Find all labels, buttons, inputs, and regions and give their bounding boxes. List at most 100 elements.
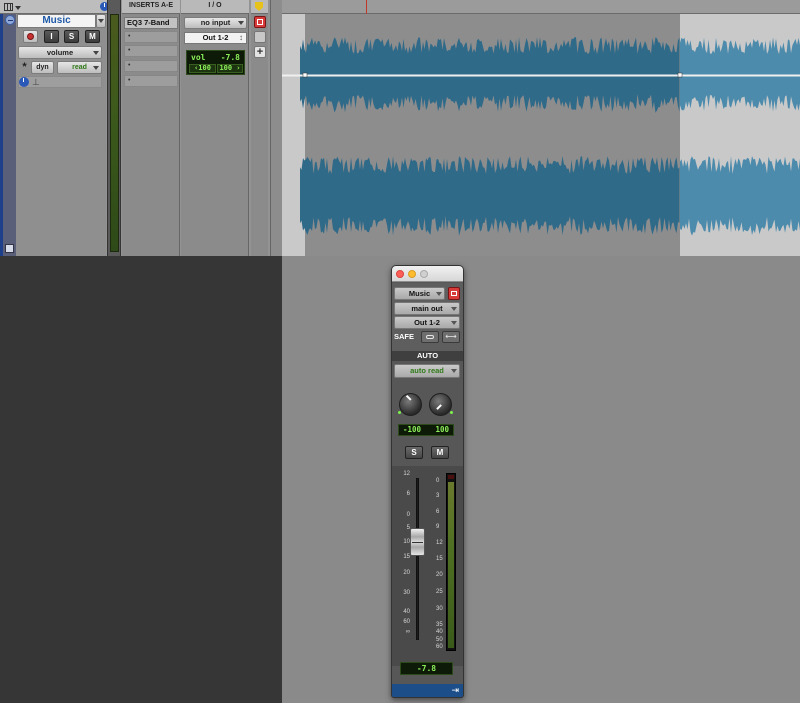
sidechain-button[interactable] [254, 31, 266, 43]
output-arrow-icon: ↕ [239, 33, 243, 42]
output-path-selector[interactable]: Out 1-2 [394, 316, 460, 329]
lane-anchor-icon[interactable]: ⊥ [32, 77, 42, 87]
window-solo-button[interactable]: S [405, 446, 423, 459]
waveform-track[interactable] [282, 14, 800, 256]
output-window-titlebar[interactable] [392, 266, 463, 282]
window-meter [446, 473, 456, 651]
clip-indicator[interactable] [448, 475, 454, 479]
fader-scale-tick: 0 [406, 512, 410, 518]
fader-scale-tick: 20 [403, 570, 410, 576]
track-meter-bar [110, 14, 119, 252]
marker-header [251, 0, 268, 14]
solo-button[interactable]: S [64, 30, 79, 43]
fader-scale-tick: 40 [403, 609, 410, 615]
send-selector-label: main out [411, 304, 443, 313]
fader-scale-tick: 5 [406, 525, 410, 531]
pan-left-led [398, 411, 401, 414]
track-collapse-icon[interactable] [5, 15, 15, 25]
output-window-footer: ⇥ [392, 684, 463, 697]
lane-clock-icon[interactable] [19, 77, 29, 87]
send-selector[interactable]: main out [394, 302, 460, 315]
mute-button[interactable]: M [85, 30, 100, 43]
window-minimize-button[interactable] [408, 270, 416, 278]
meter-scale-tick: 60 [436, 644, 443, 650]
record-enable-button[interactable] [23, 30, 38, 43]
automation-breakpoint[interactable] [677, 72, 683, 78]
track-name-menu-button[interactable] [96, 14, 106, 28]
link-icon [426, 335, 434, 339]
track-name-field[interactable]: Music [17, 14, 96, 28]
window-track-close-button[interactable] [448, 287, 460, 300]
meter-scale-tick: 15 [436, 556, 443, 562]
insert-slot-1[interactable]: EQ3 7-Band [124, 17, 178, 29]
insert-slot-2[interactable]: • [124, 31, 178, 43]
window-zoom-button[interactable] [420, 270, 428, 278]
marker-icon[interactable] [255, 2, 263, 11]
volume-readout[interactable]: -7.8 [400, 662, 453, 675]
track-view-selector[interactable]: volume [18, 46, 102, 59]
pan-right-display[interactable]: 100 › [217, 64, 243, 73]
fader-scale-tick: 6 [406, 491, 410, 497]
fader-scale-tick: 30 [403, 590, 410, 596]
window-meter-bar [448, 482, 454, 648]
fader-cap-line [412, 542, 423, 543]
meter-scale-tick: 9 [436, 524, 440, 530]
timeline-ruler[interactable] [282, 0, 800, 14]
dyn-button[interactable]: dyn [31, 61, 54, 74]
link-button[interactable] [421, 331, 439, 343]
io-header: I / O [181, 0, 249, 14]
pan-left-display[interactable]: ‹100 [189, 64, 216, 73]
stereo-toggle-button[interactable]: ⟷ [442, 331, 460, 343]
volume-fader[interactable] [410, 528, 425, 556]
playlist-asterisk-icon[interactable]: * [18, 61, 31, 74]
output-selector[interactable]: Out 1-2 ↕ [184, 32, 247, 44]
resize-corner-icon[interactable] [5, 244, 14, 253]
automation-mode-selector[interactable]: read [57, 61, 102, 74]
automation-breakpoint[interactable] [302, 72, 308, 78]
close-icon [451, 291, 457, 296]
record-icon [27, 33, 34, 40]
meter-scale-tick: 6 [436, 509, 440, 515]
playhead-marker [366, 0, 367, 14]
meter-scale-tick: 25 [436, 589, 443, 595]
pan-display[interactable]: -100 100 [398, 424, 454, 436]
pan-right-led [450, 411, 453, 414]
input-selector-label: no input [200, 18, 231, 27]
fader-scale-tick: 12 [403, 471, 410, 477]
fader-scale-tick: 10 [403, 539, 410, 545]
window-mute-button[interactable]: M [431, 446, 449, 459]
pan-left-value: -100 [403, 425, 422, 434]
fader-scale-tick: ∞ [405, 629, 410, 635]
meter-scale-tick: 12 [436, 540, 443, 546]
insert-slot-4[interactable]: • [124, 60, 178, 72]
track-view-menu-icon[interactable] [4, 3, 13, 11]
vol-value: -7.8 [220, 53, 240, 62]
window-close-button[interactable] [396, 270, 404, 278]
insert-slot-3[interactable]: • [124, 45, 178, 57]
inserts-header: INSERTS A-E [122, 0, 180, 14]
meter-scale-tick: 3 [436, 493, 440, 499]
pan-right-knob[interactable] [429, 393, 452, 416]
auto-mode-selector[interactable]: auto read [394, 364, 460, 378]
knob-indicator [406, 394, 412, 401]
input-monitor-button[interactable]: I [44, 30, 59, 43]
insert-slot-5[interactable]: • [124, 75, 178, 87]
track-selector[interactable]: Music [394, 287, 445, 300]
track-meter [107, 0, 121, 256]
meter-scale-tick: 35 [436, 622, 443, 628]
empty-edit-area-dark [0, 256, 282, 703]
waveform-right-shape [680, 156, 800, 236]
stereo-icon: ⟷ [445, 332, 457, 341]
meter-scale-tick: 40 [436, 629, 443, 635]
volume-pan-display[interactable]: vol -7.8 ‹100 100 › [186, 50, 245, 75]
safe-button[interactable]: SAFE [394, 331, 419, 343]
expand-icon[interactable]: ⇥ [451, 685, 459, 696]
track-menu-chevron-icon[interactable] [15, 6, 21, 10]
input-selector[interactable]: no input [184, 17, 247, 29]
knob-indicator [436, 404, 442, 410]
automation-mode-label: read [72, 64, 87, 71]
pan-left-knob[interactable] [399, 393, 422, 416]
close-track-button[interactable] [254, 16, 266, 28]
add-lane-button[interactable]: + [254, 46, 266, 58]
fader-scale-tick: 15 [403, 554, 410, 560]
